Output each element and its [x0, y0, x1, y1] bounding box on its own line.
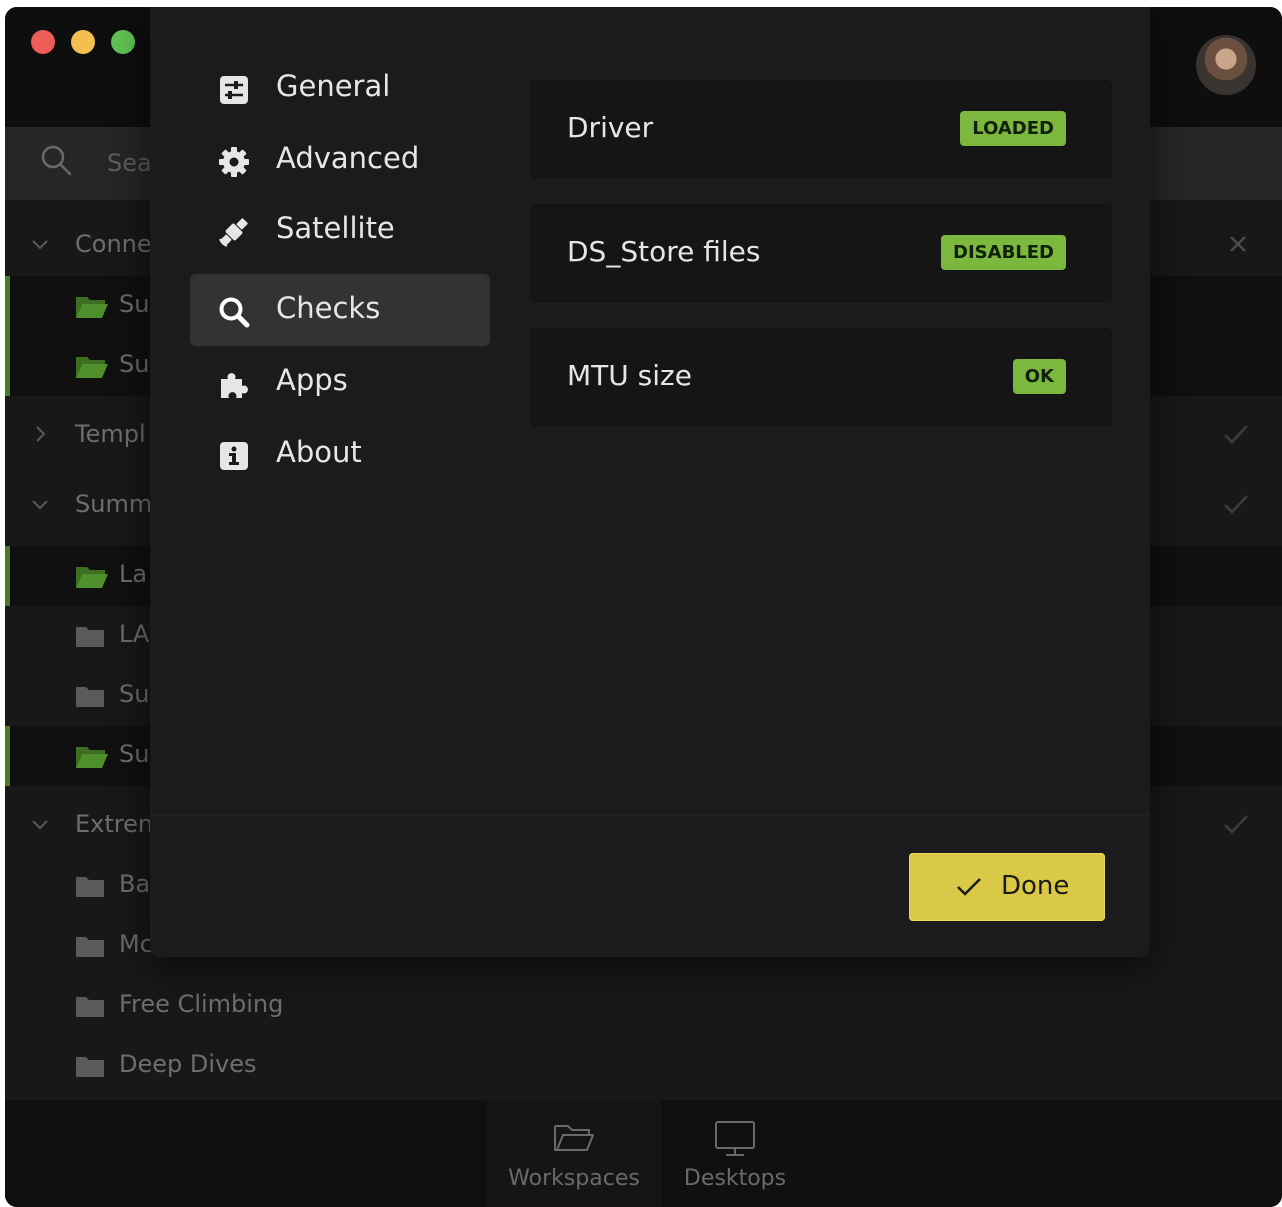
selection-indicator — [5, 276, 10, 336]
settings-nav-satellite[interactable]: Satellite — [190, 194, 490, 266]
status-badge: DISABLED — [941, 235, 1066, 270]
monitor-icon — [715, 1121, 755, 1156]
status-badge: OK — [1012, 359, 1066, 394]
check-label: MTU size — [567, 359, 692, 392]
folder-icon — [76, 997, 104, 1017]
bottom-nav: Workspaces Desktops — [5, 1100, 1282, 1207]
minimize-window-button[interactable] — [71, 30, 95, 54]
group-label: Summ — [75, 490, 153, 518]
checkmark-icon — [957, 878, 981, 896]
folder-icon — [76, 627, 104, 647]
chevron-right-icon — [36, 426, 46, 442]
folder-open-icon — [76, 357, 108, 378]
folder-icon — [76, 687, 104, 707]
settings-nav-general[interactable]: General — [190, 52, 490, 124]
satellite-icon — [219, 218, 248, 247]
puzzle-icon — [221, 373, 248, 398]
settings-nav-about[interactable]: About — [190, 418, 490, 490]
list-item-label: Su — [119, 290, 150, 318]
group-label: Conne — [75, 230, 152, 258]
zoom-window-button[interactable] — [111, 30, 135, 54]
check-card-ds-store: DS_Store files DISABLED — [530, 204, 1112, 302]
list-item-label: Mc — [119, 930, 153, 958]
settings-nav-label: Satellite — [276, 211, 395, 245]
gear-icon — [219, 147, 249, 177]
list-item-label: Su — [119, 680, 150, 708]
desktops-tab[interactable]: Desktops — [661, 1100, 809, 1207]
workspaces-label: Workspaces — [508, 1166, 640, 1191]
selection-indicator — [5, 546, 10, 606]
user-avatar[interactable] — [1196, 35, 1256, 95]
list-item[interactable]: Free Climbing — [5, 976, 1282, 1036]
checkmark-icon — [1224, 815, 1248, 834]
settings-dialog: General Advanced Satellite Checks Apps A… — [150, 7, 1150, 957]
folder-icon — [76, 937, 104, 957]
settings-nav-label: Advanced — [276, 141, 420, 175]
settings-nav-label: Checks — [276, 291, 381, 325]
selection-indicator — [5, 336, 10, 396]
search-input-placeholder[interactable]: Sea — [107, 149, 152, 177]
close-icon[interactable] — [1226, 232, 1250, 256]
folder-icon — [76, 1057, 104, 1077]
desktops-label: Desktops — [683, 1166, 787, 1191]
settings-nav-label: General — [276, 69, 391, 103]
list-item-label: Free Climbing — [119, 990, 284, 1018]
search-icon — [219, 297, 250, 328]
group-label: Templ — [75, 420, 146, 448]
list-item-label: Deep Dives — [119, 1050, 257, 1078]
list-item[interactable]: Deep Dives — [5, 1036, 1282, 1096]
folder-open-icon — [76, 747, 108, 768]
workspaces-tab[interactable]: Workspaces — [487, 1100, 661, 1207]
done-button-label: Done — [1001, 871, 1070, 901]
folder-icon — [76, 877, 104, 897]
chevron-down-icon — [32, 500, 48, 510]
settings-nav-label: Apps — [276, 363, 348, 397]
settings-nav-label: About — [276, 435, 362, 469]
list-item-label: La — [119, 560, 148, 588]
check-card-mtu: MTU size OK — [530, 328, 1112, 426]
checkmark-icon — [1224, 495, 1248, 514]
folder-open-icon — [76, 567, 108, 588]
group-label: Extren — [75, 810, 154, 838]
app-window: Sea Conne Su Su Templ Summ La LA Su Su E… — [5, 7, 1282, 1207]
folder-open-icon — [76, 297, 108, 318]
list-item-label: LA — [119, 620, 150, 648]
settings-nav-checks[interactable]: Checks — [190, 274, 490, 346]
dialog-divider — [150, 815, 1150, 816]
info-icon — [220, 442, 248, 470]
folder-open-icon — [554, 1125, 594, 1151]
settings-nav-advanced[interactable]: Advanced — [190, 124, 490, 196]
check-label: DS_Store files — [567, 235, 761, 268]
search-icon — [41, 145, 72, 176]
chevron-down-icon — [32, 240, 48, 250]
close-window-button[interactable] — [31, 30, 55, 54]
check-card-driver: Driver LOADED — [530, 80, 1112, 178]
sliders-icon — [220, 76, 248, 104]
check-label: Driver — [567, 111, 654, 144]
list-item-label: Su — [119, 740, 150, 768]
checkmark-icon — [1224, 425, 1248, 444]
chevron-down-icon — [32, 820, 48, 830]
status-badge: LOADED — [960, 111, 1066, 146]
selection-indicator — [5, 726, 10, 786]
settings-nav-apps[interactable]: Apps — [190, 346, 490, 418]
list-item-label: Ba — [119, 870, 151, 898]
done-button[interactable]: Done — [909, 853, 1105, 921]
list-item-label: Su — [119, 350, 150, 378]
